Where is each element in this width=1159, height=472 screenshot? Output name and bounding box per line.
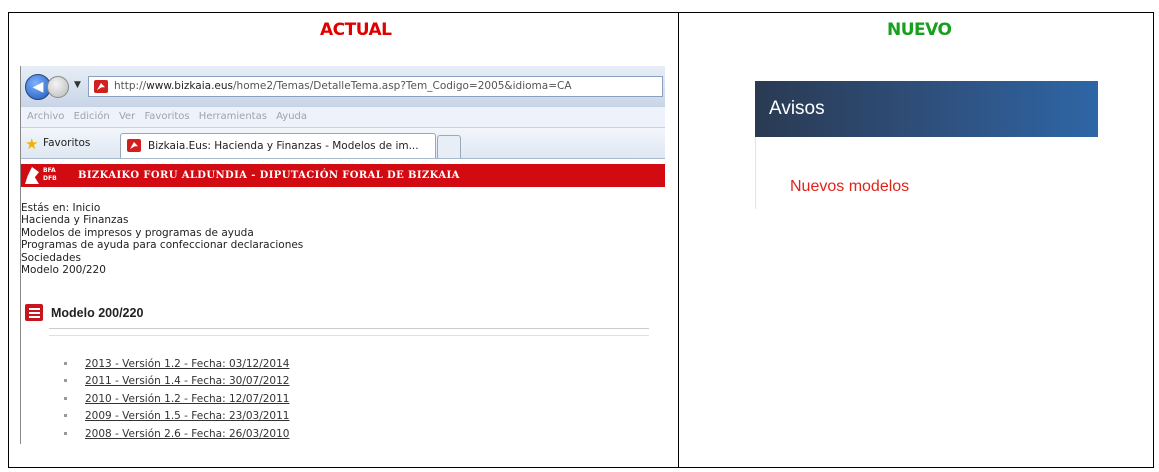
favorites-button[interactable]: Favoritos — [43, 137, 90, 149]
section-heading: Modelo 200/220 — [21, 298, 649, 336]
section-title: Modelo 200/220 — [51, 306, 144, 320]
model-link[interactable]: 2013 - Versión 1.2 - Fecha: 03/12/2014 — [85, 358, 289, 370]
site-banner: BFA DFB BIZKAIKO FORU ALDUNDIA - DIPUTACI… — [21, 164, 665, 187]
list-item: 2013 - Versión 1.2 - Fecha: 03/12/2014 — [61, 356, 289, 373]
divider — [49, 335, 649, 336]
panel-border — [755, 137, 756, 209]
menu-herramientas[interactable]: Herramientas — [199, 111, 267, 122]
bizkaia-logo-icon — [25, 167, 39, 184]
banner-title: BIZKAIKO FORU ALDUNDIA - DIPUTACIÓN FORA… — [78, 170, 460, 181]
actual-header: ACTUAL — [320, 20, 392, 40]
menu-ayuda[interactable]: Ayuda — [276, 111, 307, 122]
model-link[interactable]: 2008 - Versión 2.6 - Fecha: 26/03/2010 — [85, 428, 289, 440]
breadcrumb: Estás en: Inicio Hacienda y Finanzas Mod… — [21, 202, 303, 276]
nuevos-modelos-link[interactable]: Nuevos modelos — [790, 178, 909, 196]
breadcrumb-item[interactable]: Sociedades — [21, 252, 303, 264]
divider — [49, 328, 649, 329]
menu-bar: Archivo Edición Ver Favoritos Herramient… — [21, 106, 665, 127]
breadcrumb-item[interactable]: Hacienda y Finanzas — [21, 214, 303, 226]
logo-acronyms: BFA DFB — [43, 167, 57, 182]
avisos-header: Avisos — [755, 81, 1098, 137]
list-item: 2010 - Versión 1.2 - Fecha: 12/07/2011 — [61, 391, 289, 408]
site-favicon-icon — [94, 80, 108, 93]
menu-favoritos[interactable]: Favoritos — [144, 111, 189, 122]
nuevo-header: NUEVO — [887, 20, 952, 40]
url-input[interactable]: http://www.bizkaia.eus/home2/Temas/Detal… — [88, 76, 663, 97]
menu-edicion[interactable]: Edición — [74, 111, 110, 122]
avisos-title: Avisos — [769, 98, 825, 119]
star-icon[interactable]: ★ — [25, 135, 38, 153]
browser-tab[interactable]: Bizkaia.Eus: Hacienda y Finanzas - Model… — [120, 133, 436, 158]
tab-favicon-icon — [127, 139, 141, 152]
address-bar-row: ◀ ▼ http://www.bizkaia.eus/home2/Temas/D… — [21, 66, 665, 106]
favorites-bar: ★ Favoritos Bizkaia.Eus: Hacienda y Fina… — [21, 127, 665, 159]
model-link[interactable]: 2010 - Versión 1.2 - Fecha: 12/07/2011 — [85, 393, 289, 405]
actual-screenshot: ◀ ▼ http://www.bizkaia.eus/home2/Temas/D… — [20, 66, 665, 444]
menu-ver[interactable]: Ver — [119, 111, 135, 122]
column-divider — [678, 12, 679, 468]
breadcrumb-item[interactable]: Programas de ayuda para confeccionar dec… — [21, 239, 303, 251]
menu-archivo[interactable]: Archivo — [27, 111, 64, 122]
breadcrumb-label: Estás en: — [21, 202, 70, 214]
list-item: 2008 - Versión 2.6 - Fecha: 26/03/2010 — [61, 426, 289, 443]
list-icon — [25, 304, 43, 321]
breadcrumb-item[interactable]: Modelo 200/220 — [21, 264, 303, 276]
list-item: 2011 - Versión 1.4 - Fecha: 30/07/2012 — [61, 373, 289, 390]
new-tab-button[interactable] — [437, 135, 461, 158]
history-dropdown-icon[interactable]: ▼ — [74, 80, 81, 90]
forward-button[interactable] — [47, 76, 69, 98]
breadcrumb-item[interactable]: Modelos de impresos y programas de ayuda — [21, 227, 303, 239]
model-link[interactable]: 2011 - Versión 1.4 - Fecha: 30/07/2012 — [85, 375, 289, 387]
model-list: 2013 - Versión 1.2 - Fecha: 03/12/2014 2… — [61, 356, 289, 443]
list-item: 2009 - Versión 1.5 - Fecha: 23/03/2011 — [61, 408, 289, 425]
tab-title: Bizkaia.Eus: Hacienda y Finanzas - Model… — [148, 140, 419, 152]
model-link[interactable]: 2009 - Versión 1.5 - Fecha: 23/03/2011 — [85, 410, 289, 422]
url-text: http://www.bizkaia.eus/home2/Temas/Detal… — [114, 80, 572, 92]
breadcrumb-item[interactable]: Inicio — [72, 202, 100, 214]
